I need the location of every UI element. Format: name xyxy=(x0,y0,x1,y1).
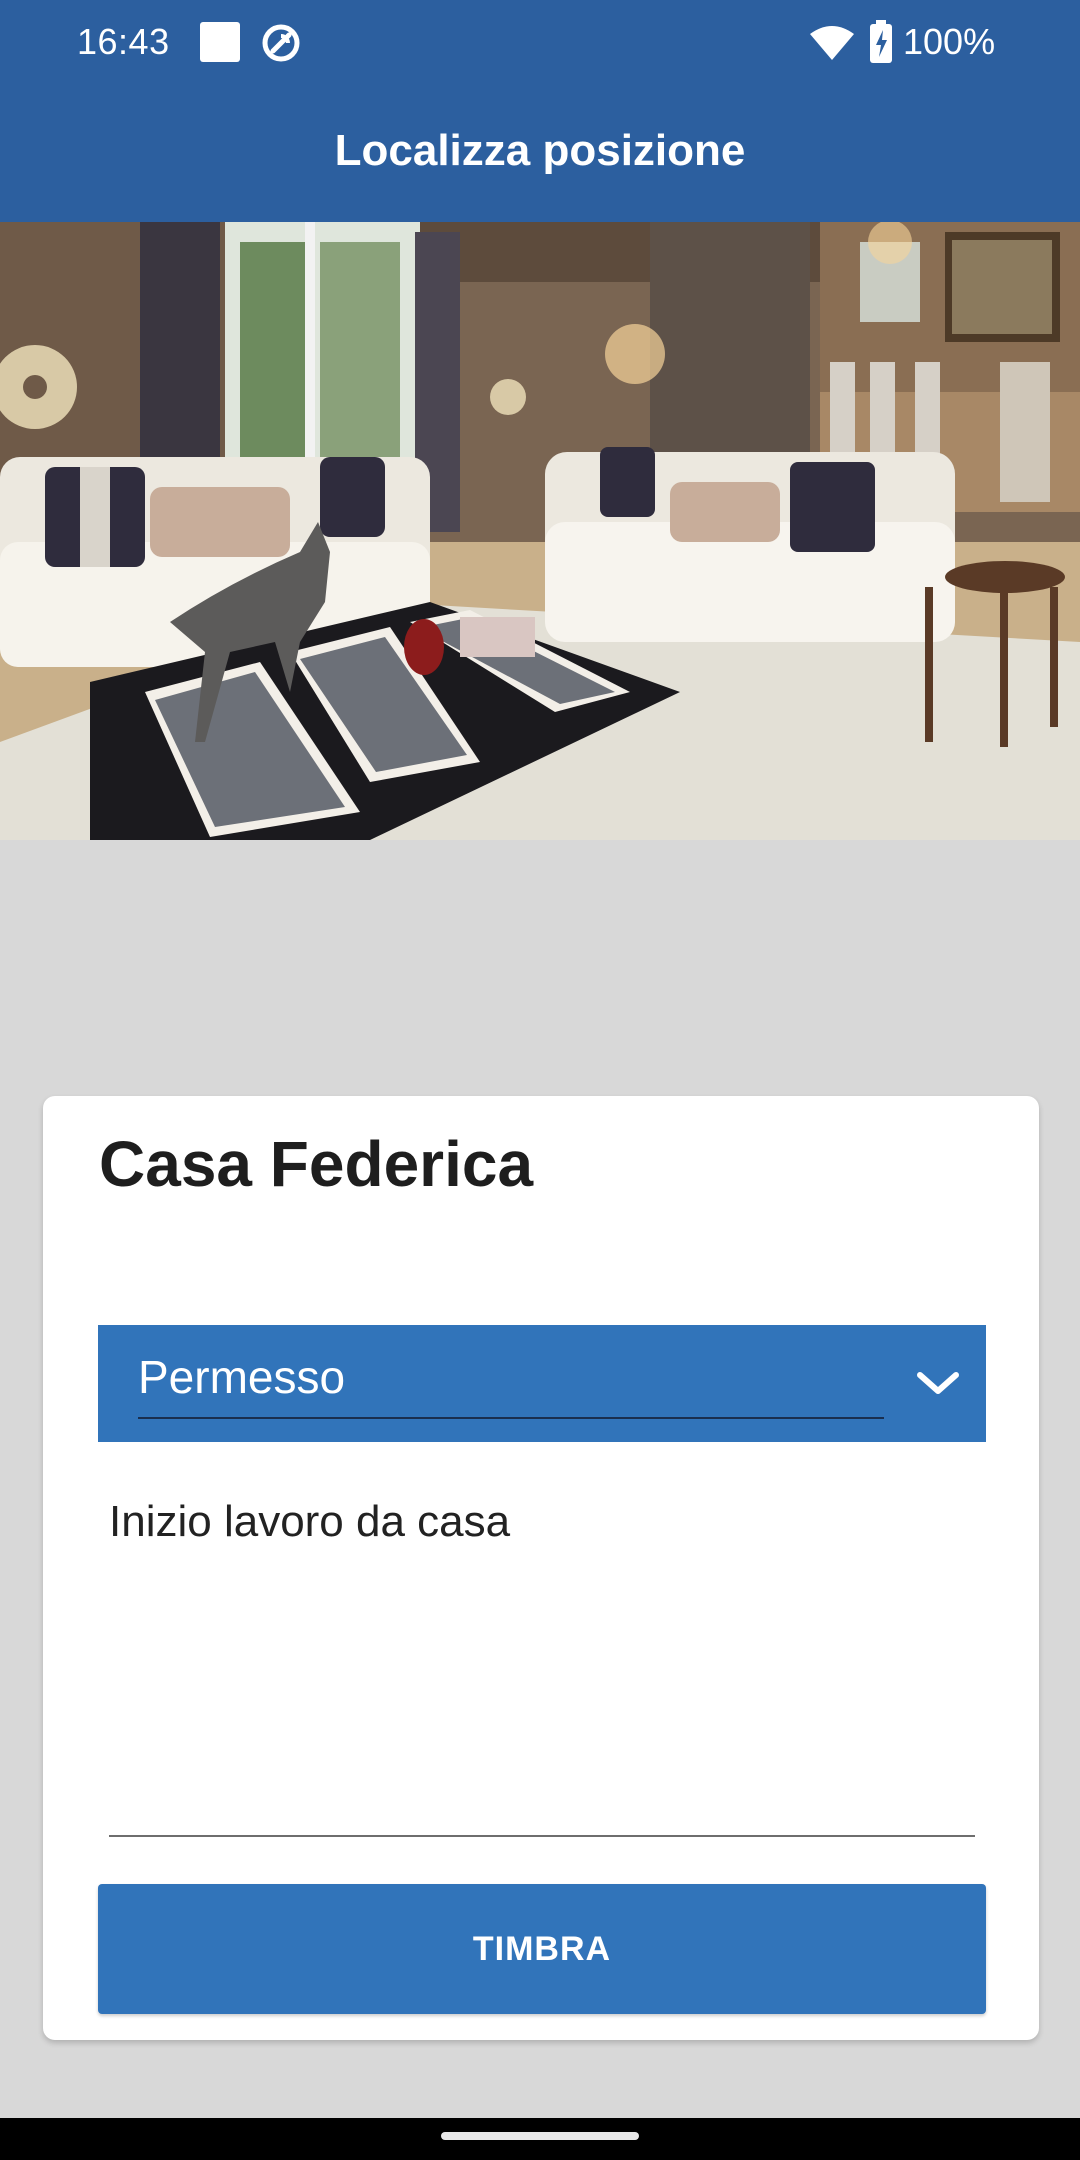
timbra-button[interactable]: TIMBRA xyxy=(98,1884,986,2014)
living-room-photo xyxy=(0,222,1080,840)
navigation-bar xyxy=(0,2118,1080,2160)
dropdown-selected-value: Permesso xyxy=(138,1351,346,1403)
wifi-icon xyxy=(808,26,856,62)
status-bar: 16:43 100% xyxy=(0,0,1080,84)
square-notification-icon xyxy=(200,22,240,62)
dropdown-underline xyxy=(138,1417,884,1419)
battery-charging-icon xyxy=(868,20,894,64)
reason-dropdown[interactable]: Permesso xyxy=(98,1325,986,1442)
screen: 16:43 100% Localizza posizione Casa Fede… xyxy=(0,0,1080,2160)
note-field-underline xyxy=(109,1835,975,1837)
page-title: Localizza posizione xyxy=(334,126,746,175)
app-bar: Localizza posizione xyxy=(0,84,1080,222)
circle-slash-icon xyxy=(260,22,302,64)
chevron-down-icon xyxy=(914,1367,962,1399)
status-time: 16:43 xyxy=(77,21,170,62)
location-card: Casa Federica Permesso Inizio lavoro da … xyxy=(43,1096,1039,2040)
location-title: Casa Federica xyxy=(99,1128,534,1200)
home-handle[interactable] xyxy=(441,2132,639,2140)
note-field[interactable]: Inizio lavoro da casa xyxy=(109,1494,510,1550)
status-battery-percent: 100% xyxy=(903,21,996,62)
